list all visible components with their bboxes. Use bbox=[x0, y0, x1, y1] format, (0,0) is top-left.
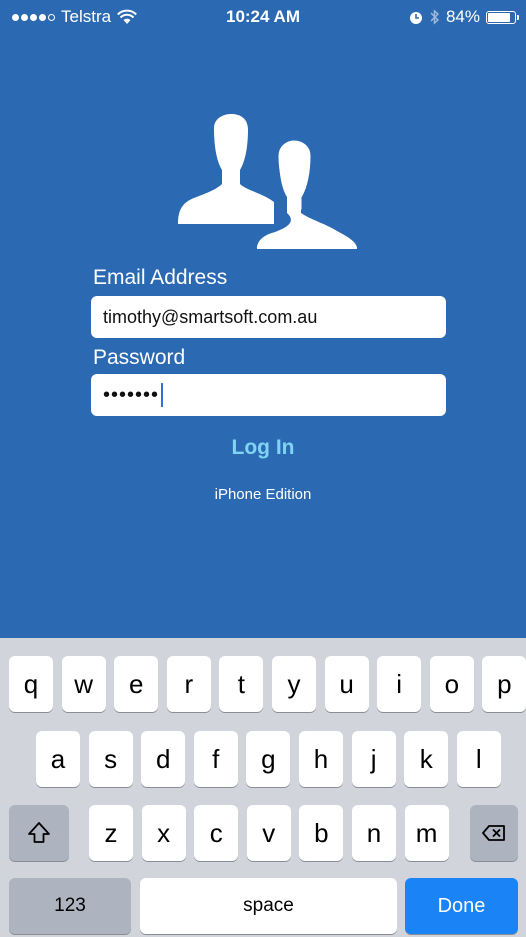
keyboard: 123 space Done qwertyuiop asdfghjkl zxcvbn… bbox=[0, 638, 526, 937]
status-bar: Telstra 10:24 AM 84% bbox=[0, 0, 526, 40]
key-c[interactable]: c bbox=[194, 805, 239, 861]
key-k[interactable]: k bbox=[404, 731, 449, 787]
key-j[interactable]: j bbox=[351, 731, 396, 787]
key-v[interactable]: v bbox=[246, 805, 291, 861]
shift-key[interactable] bbox=[9, 805, 69, 861]
backspace-icon bbox=[482, 825, 505, 841]
key-y[interactable]: y bbox=[272, 656, 316, 712]
key-o[interactable]: o bbox=[429, 656, 474, 712]
status-right: 84% bbox=[408, 7, 519, 27]
key-q[interactable]: q bbox=[9, 656, 53, 712]
key-t[interactable]: t bbox=[219, 656, 264, 712]
key-f[interactable]: f bbox=[193, 731, 238, 787]
email-field[interactable]: timothy@smartsoft.com.au bbox=[91, 296, 446, 338]
key-g[interactable]: g bbox=[246, 731, 291, 787]
key-r[interactable]: r bbox=[166, 656, 211, 712]
edition-label: iPhone Edition bbox=[214, 486, 312, 503]
email-label: Email Address bbox=[93, 266, 228, 289]
key-p[interactable]: p bbox=[482, 656, 526, 712]
login-button[interactable]: Log In bbox=[0, 436, 526, 460]
key-l[interactable]: l bbox=[456, 731, 501, 787]
text-cursor bbox=[161, 383, 164, 407]
done-key[interactable]: Done bbox=[405, 878, 518, 934]
battery-icon bbox=[486, 10, 519, 24]
key-s[interactable]: s bbox=[88, 731, 133, 787]
key-b[interactable]: b bbox=[299, 805, 344, 861]
space-key[interactable]: space bbox=[140, 878, 397, 934]
key-m[interactable]: m bbox=[404, 805, 449, 861]
key-e[interactable]: e bbox=[114, 656, 159, 712]
key-w[interactable]: w bbox=[61, 656, 106, 712]
email-value: timothy@smartsoft.com.au bbox=[103, 306, 318, 327]
bluetooth-icon bbox=[430, 9, 440, 25]
password-value: ••••••• bbox=[103, 383, 160, 406]
key-x[interactable]: x bbox=[141, 805, 186, 861]
login-screen: Telstra 10:24 AM 84% Email Address timot… bbox=[0, 0, 526, 937]
password-label: Password bbox=[93, 346, 186, 369]
key-n[interactable]: n bbox=[352, 805, 396, 861]
key-i[interactable]: i bbox=[377, 656, 422, 712]
key-z[interactable]: z bbox=[89, 805, 133, 861]
key-h[interactable]: h bbox=[299, 731, 343, 787]
users-icon bbox=[178, 114, 362, 252]
password-field[interactable]: ••••••• bbox=[91, 374, 446, 416]
key-u[interactable]: u bbox=[324, 656, 369, 712]
battery-percent: 84% bbox=[445, 7, 480, 26]
alarm-icon bbox=[409, 12, 422, 24]
key-d[interactable]: d bbox=[141, 731, 186, 787]
shift-icon bbox=[28, 822, 50, 843]
key-a[interactable]: a bbox=[36, 731, 80, 787]
delete-key[interactable] bbox=[470, 805, 518, 861]
numbers-key[interactable]: 123 bbox=[9, 878, 131, 934]
